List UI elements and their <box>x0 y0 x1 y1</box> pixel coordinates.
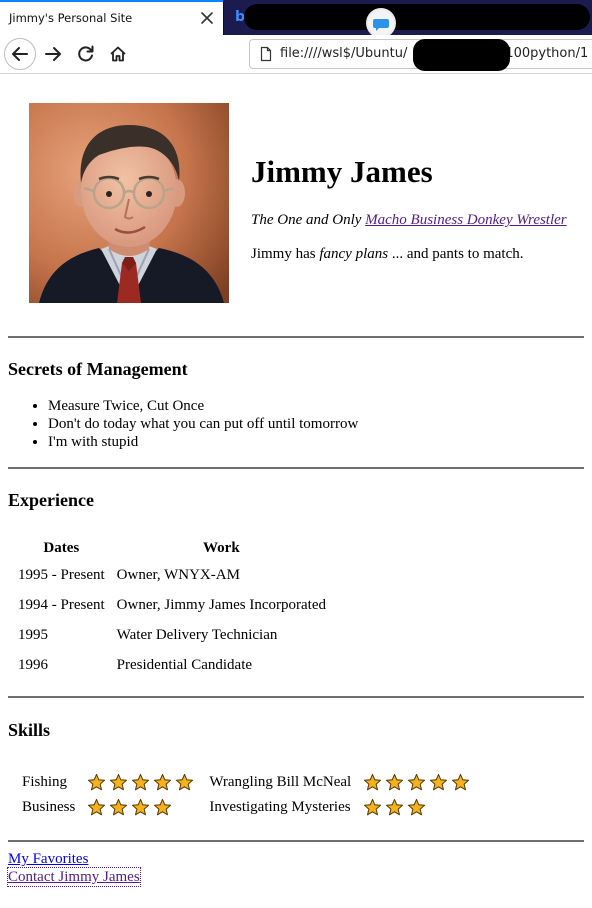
bio-text: Jimmy has fancy plans ... and pants to m… <box>251 246 524 262</box>
cell-dates: 1994 - Present <box>18 596 105 613</box>
secrets-list: Measure Twice, Cut Once Don't do today w… <box>0 397 358 451</box>
my-favorites-link[interactable]: My Favorites <box>8 850 140 868</box>
experience-heading: Experience <box>8 490 94 510</box>
star-icon <box>386 773 404 791</box>
cell-work: Presidential Candidate <box>116 656 253 673</box>
home-icon <box>110 46 126 62</box>
divider <box>8 336 584 338</box>
star-icon <box>88 773 106 791</box>
skill-name: Investigating Mysteries <box>209 799 351 815</box>
chat-icon <box>373 19 389 31</box>
divider <box>8 696 584 698</box>
star-icon <box>88 798 106 816</box>
skills-row: Business Investigating Mysteries <box>16 795 479 820</box>
column-header-dates: Dates <box>43 539 80 556</box>
skill-rating <box>357 795 479 820</box>
divider <box>8 840 584 842</box>
cell-work: Owner, WNYX-AM <box>116 566 240 583</box>
profile-photo <box>29 103 229 303</box>
star-icon <box>132 798 150 816</box>
table-row: 1994 - Present Owner, Jimmy James Incorp… <box>12 590 332 620</box>
star-icon <box>408 798 426 816</box>
notification-bubble <box>368 10 394 35</box>
star-icon <box>408 773 426 791</box>
star-icon <box>430 773 448 791</box>
bio-emphasis: fancy plans <box>319 246 389 262</box>
star-rating <box>87 798 175 817</box>
column-header-work: Work <box>202 539 240 556</box>
back-arrow-icon <box>12 47 28 61</box>
star-rating <box>363 773 473 792</box>
star-icon <box>110 798 128 816</box>
star-icon <box>154 773 172 791</box>
skill-rating <box>81 795 203 820</box>
list-item: I'm with stupid <box>48 433 358 451</box>
redaction-bar <box>244 4 590 30</box>
cell-dates: 1995 <box>18 626 48 643</box>
profile-name: Jimmy James <box>251 154 433 189</box>
cell-dates: 1995 - Present <box>18 566 105 583</box>
skill-name: Fishing <box>22 774 68 790</box>
table-row: 1996 Presidential Candidate <box>12 650 332 680</box>
reload-icon <box>78 45 94 62</box>
star-icon <box>176 773 194 791</box>
star-rating <box>87 773 197 792</box>
skill-rating <box>357 770 479 795</box>
skills-table: Fishing Wrangling Bill McNeal Business I… <box>16 770 479 820</box>
list-item: Don't do today what you can put off unti… <box>48 415 358 433</box>
cell-work: Water Delivery Technician <box>116 626 278 643</box>
tab-bar: Jimmy's Personal Site b <box>0 0 592 35</box>
reload-button[interactable] <box>70 38 102 70</box>
divider <box>8 467 584 469</box>
contact-link[interactable]: Contact Jimmy James <box>7 867 141 887</box>
table-row: 1995 Water Delivery Technician <box>12 620 332 650</box>
footer-links: My Favorites Contact Jimmy James <box>7 850 141 887</box>
tagline: The One and Only Macho Business Donkey W… <box>251 212 567 229</box>
skills-row: Fishing Wrangling Bill McNeal <box>16 770 479 795</box>
page-content: Jimmy James The One and Only Macho Busin… <box>0 74 584 908</box>
star-icon <box>364 773 382 791</box>
close-icon[interactable] <box>199 10 215 26</box>
list-item: Measure Twice, Cut Once <box>48 397 358 415</box>
cell-dates: 1996 <box>18 656 48 673</box>
experience-table: Dates Work 1995 - Present Owner, WNYX-AM… <box>12 536 332 680</box>
star-icon <box>132 773 150 791</box>
cell-work: Owner, Jimmy James Incorporated <box>116 596 326 613</box>
skill-name: Business <box>22 799 76 815</box>
star-icon <box>364 798 382 816</box>
forward-arrow-icon <box>45 47 61 61</box>
star-icon <box>154 798 172 816</box>
page-icon <box>260 46 272 62</box>
forward-button[interactable] <box>38 38 70 70</box>
back-button[interactable] <box>4 38 36 70</box>
star-icon <box>386 798 404 816</box>
star-icon <box>110 773 128 791</box>
table-row: 1995 - Present Owner, WNYX-AM <box>12 560 332 590</box>
skills-heading: Skills <box>8 720 51 740</box>
tab-title: Jimmy's Personal Site <box>9 11 133 25</box>
table-header-row: Dates Work <box>12 536 332 560</box>
skill-rating <box>81 770 203 795</box>
home-button[interactable] <box>102 38 134 70</box>
secrets-heading: Secrets of Management <box>8 359 188 379</box>
tagline-link[interactable]: Macho Business Donkey Wrestler <box>365 212 566 228</box>
star-rating <box>363 798 429 817</box>
redaction-bar <box>413 39 510 71</box>
tagline-prefix: The One and Only <box>251 212 366 228</box>
skill-name: Wrangling Bill McNeal <box>209 774 352 790</box>
star-icon <box>452 773 470 791</box>
tab-active[interactable]: Jimmy's Personal Site <box>0 0 223 35</box>
